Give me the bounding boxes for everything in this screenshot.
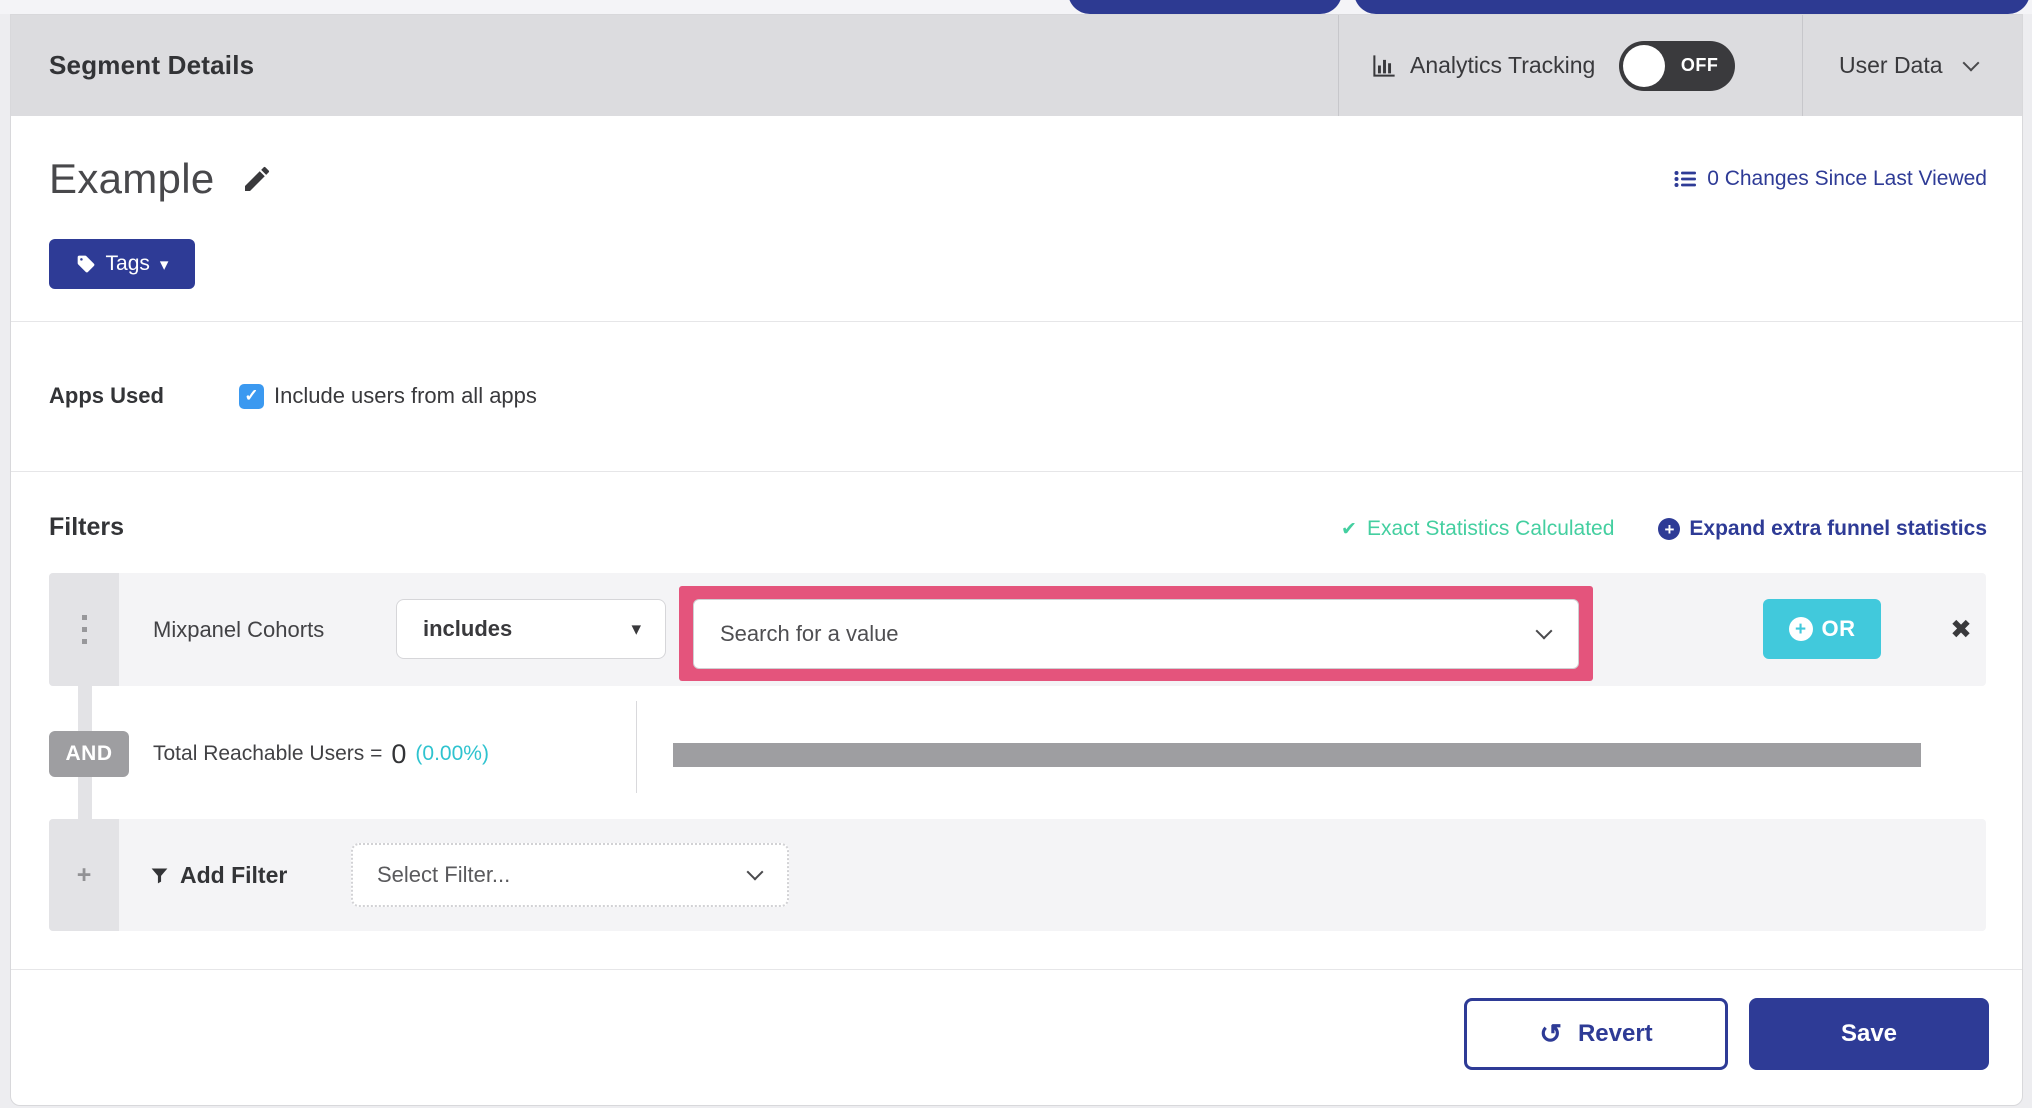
add-filter-label: Add Filter	[180, 861, 288, 888]
add-filter-action[interactable]: Add Filter	[149, 819, 287, 931]
select-filter-placeholder: Select Filter...	[377, 862, 511, 887]
include-all-apps-label: Include users from all apps	[274, 383, 537, 408]
filter-value-select[interactable]: Search for a value	[693, 599, 1579, 669]
page-title: Segment Details	[49, 50, 255, 80]
user-data-dropdown[interactable]: User Data	[1839, 15, 1980, 116]
segment-title-group: Example	[49, 155, 273, 203]
chevron-down-icon	[1962, 54, 1980, 71]
analytics-tracking-toggle[interactable]: OFF	[1619, 40, 1736, 91]
filter-field-label: Mixpanel Cohorts	[153, 616, 325, 642]
reachable-users-value: 0	[391, 738, 407, 769]
top-nav-button-right[interactable]	[1354, 0, 2030, 14]
filters-heading: Filters	[49, 513, 125, 541]
header-divider	[1338, 15, 1339, 116]
include-all-apps-checkbox[interactable]: ✓	[239, 383, 264, 409]
filter-value-placeholder: Search for a value	[720, 621, 899, 646]
top-strip	[0, 0, 2032, 14]
add-filter-plus-column[interactable]: +	[49, 819, 119, 931]
select-filter-dropdown[interactable]: Select Filter...	[351, 843, 789, 907]
tags-button-label: Tags	[105, 252, 150, 275]
plus-icon: +	[76, 860, 92, 889]
segment-details-card: Segment Details Analytics Tracking OFF U…	[10, 14, 2023, 1106]
edit-pencil-icon[interactable]	[241, 163, 273, 195]
segment-name: Example	[49, 155, 215, 202]
section-divider	[11, 471, 2022, 472]
funnel-icon	[149, 865, 170, 886]
tag-icon	[76, 254, 96, 274]
changes-link-label: 0 Changes Since Last Viewed	[1707, 167, 1987, 190]
or-button-label: OR	[1821, 616, 1856, 641]
plus-circle-icon: +	[1658, 518, 1681, 540]
chevron-down-icon	[1535, 622, 1553, 640]
toggle-knob	[1623, 44, 1666, 87]
add-filter-row: + Add Filter Select Filter...	[49, 819, 1986, 931]
check-icon: ✔	[1341, 518, 1357, 540]
plus-circle-icon: +	[1788, 617, 1813, 641]
filter-row: Mixpanel Cohorts includes ▾ Search for a…	[49, 573, 1986, 686]
change-list-icon	[1673, 167, 1697, 191]
chevron-down-icon	[746, 863, 764, 881]
revert-arrow-icon: ↺	[1539, 1018, 1562, 1049]
drag-handle-icon[interactable]	[49, 573, 119, 686]
highlight-annotation-box: Search for a value	[679, 586, 1593, 681]
checkbox-check-icon: ✓	[244, 386, 259, 405]
apps-used-row: Apps Used ✓ Include users from all apps	[49, 383, 537, 409]
section-divider	[11, 321, 2022, 322]
expand-funnel-statistics-link[interactable]: + Expand extra funnel statistics	[1658, 517, 1987, 541]
save-button[interactable]: Save	[1749, 998, 1989, 1070]
filters-status-line: ✔ Exact Statistics Calculated + Expand e…	[1341, 517, 1987, 541]
filter-operator-select[interactable]: includes ▾	[396, 599, 666, 659]
user-data-label: User Data	[1839, 52, 1943, 78]
top-nav-button-left[interactable]	[1068, 0, 1342, 14]
and-conjunction-badge: AND	[49, 731, 129, 777]
apps-used-label: Apps Used	[49, 383, 164, 408]
header-divider	[1802, 15, 1803, 116]
exact-statistics-status: ✔ Exact Statistics Calculated	[1341, 517, 1614, 541]
caret-down-icon: ▾	[159, 254, 169, 274]
card-header: Segment Details Analytics Tracking OFF U…	[11, 15, 2022, 116]
reachable-users-label: Total Reachable Users =	[153, 742, 383, 765]
close-icon: ✖	[1950, 614, 1972, 644]
reachable-users-progress-bar	[673, 743, 1921, 767]
analytics-tracking-group: Analytics Tracking OFF	[1371, 15, 1736, 116]
tags-button[interactable]: Tags ▾	[49, 239, 195, 289]
revert-button[interactable]: ↺ Revert	[1464, 998, 1728, 1070]
footer-divider	[11, 969, 2022, 970]
expand-funnel-statistics-label: Expand extra funnel statistics	[1689, 517, 1987, 540]
revert-button-label: Revert	[1577, 1020, 1653, 1047]
toggle-state-label: OFF	[1680, 55, 1719, 75]
remove-filter-button[interactable]: ✖	[1926, 573, 1996, 686]
exact-statistics-label: Exact Statistics Calculated	[1366, 517, 1615, 540]
caret-down-icon: ▾	[631, 618, 641, 640]
reachable-users-percent: (0.00%)	[415, 742, 489, 765]
vertical-divider	[636, 701, 637, 793]
bar-chart-icon	[1371, 52, 1398, 79]
add-or-condition-button[interactable]: + OR	[1763, 599, 1881, 659]
filter-operator-value: includes	[423, 616, 513, 641]
total-reachable-users: Total Reachable Users = 0 (0.00%)	[153, 731, 489, 777]
segment-details-page: Segment Details Analytics Tracking OFF U…	[0, 0, 2032, 1108]
analytics-tracking-label: Analytics Tracking	[1410, 52, 1596, 78]
changes-since-last-viewed-link[interactable]: 0 Changes Since Last Viewed	[1673, 167, 1987, 191]
